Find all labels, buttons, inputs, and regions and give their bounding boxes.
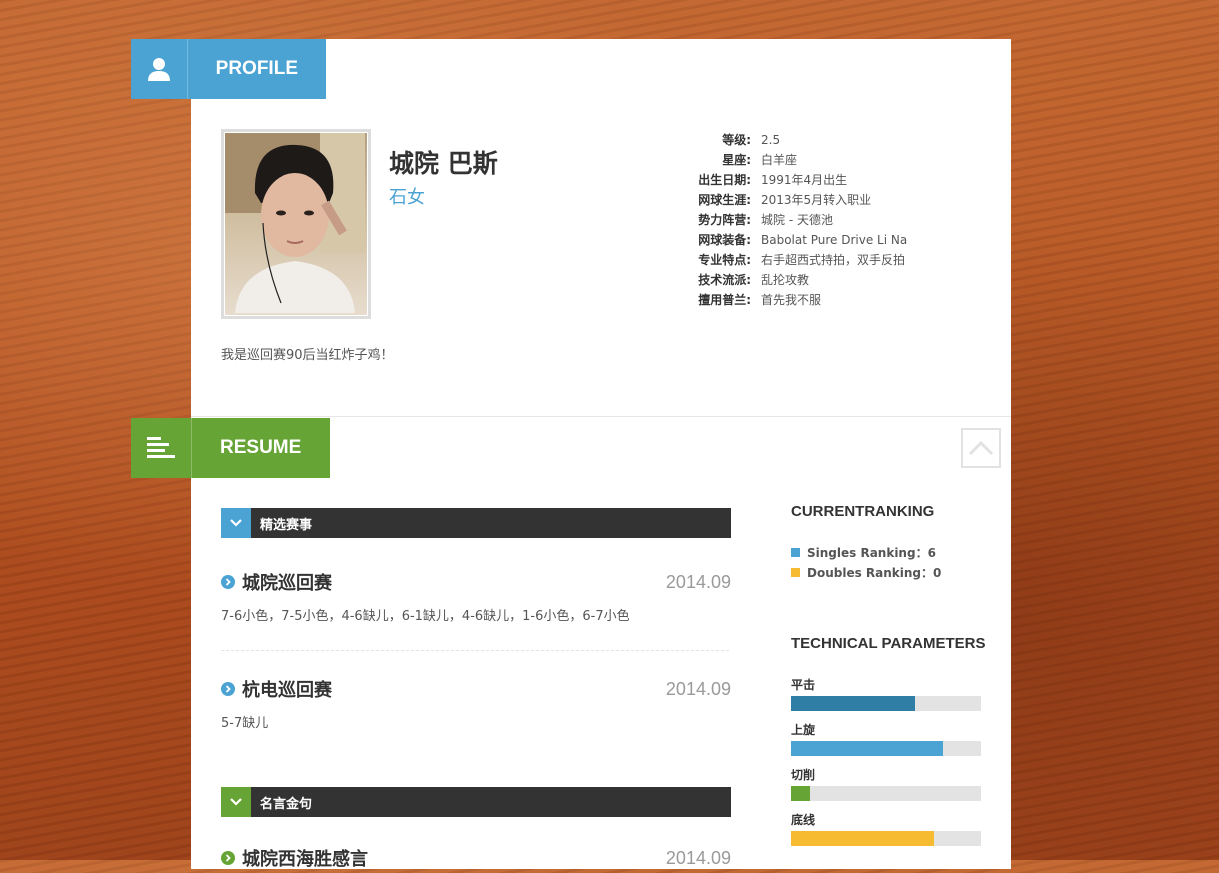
ranking-heading: CURRENTRANKING <box>791 503 935 520</box>
info-key: 技术流派: <box>698 273 751 287</box>
category-label: 精选赛事 <box>260 517 313 533</box>
player-subtitle: 石女 <box>389 187 425 208</box>
tech-param-label: 底线 <box>791 813 816 827</box>
chevron-down-icon <box>221 508 251 538</box>
info-row: 擅用普兰: 首先我不服 <box>671 290 907 310</box>
chevron-right-icon <box>221 682 235 696</box>
chevron-right-icon <box>221 851 235 865</box>
chevron-down-icon <box>221 787 251 817</box>
info-row: 星座: 白羊座 <box>671 150 907 170</box>
tech-param-track <box>791 696 981 711</box>
tech-param-label: 切削 <box>791 768 816 782</box>
info-key: 星座: <box>722 153 751 167</box>
info-value: 1991年4月出生 <box>761 173 848 187</box>
singles-legend-swatch <box>791 548 800 557</box>
player-bio: 我是巡回赛90后当红炸子鸡！ <box>221 348 394 363</box>
event-date: 2014.09 <box>665 571 731 592</box>
event-item: 城院西海胜感言 2014.09 <box>221 843 731 873</box>
info-row: 等级: 2.5 <box>671 130 907 150</box>
info-value: 白羊座 <box>761 153 798 167</box>
info-value: 乱抡攻教 <box>761 273 810 287</box>
info-row: 出生日期: 1991年4月出生 <box>671 170 907 190</box>
event-item: 城院巡回赛 2014.09 7-6小色，7-5小色，4-6缺儿，6-1缺儿，4-… <box>221 567 731 624</box>
event-score: 7-6小色，7-5小色，4-6缺儿，6-1缺儿，4-6缺儿，1-6小色，6-7小… <box>221 609 630 624</box>
tech-param-fill <box>791 831 934 846</box>
info-value: 2013年5月转入职业 <box>761 193 872 207</box>
tech-param-label: 平击 <box>791 678 816 692</box>
info-value: 2.5 <box>761 133 781 147</box>
user-icon <box>131 39 188 99</box>
tech-param: 切削 <box>791 766 981 801</box>
tech-param: 上旋 <box>791 721 981 756</box>
tech-param: 底线 <box>791 811 981 846</box>
profile-tab-label: PROFILE <box>215 58 298 79</box>
info-key: 等级: <box>722 133 751 147</box>
avatar <box>221 129 371 319</box>
tech-param-track <box>791 741 981 756</box>
info-value: 右手超西式持拍，双手反拍 <box>761 253 906 267</box>
tech-param-track <box>791 786 981 801</box>
list-icon <box>131 418 192 478</box>
info-row: 专业特点: 右手超西式持拍，双手反拍 <box>671 250 907 270</box>
tech-param-fill <box>791 786 810 801</box>
info-row: 网球生涯: 2013年5月转入职业 <box>671 190 907 210</box>
info-key: 擅用普兰: <box>698 293 751 307</box>
doubles-legend-swatch <box>791 568 800 577</box>
event-date: 2014.09 <box>665 847 731 868</box>
category-label: 名言金句 <box>260 796 313 812</box>
info-value: Babolat Pure Drive Li Na <box>761 233 908 247</box>
singles-ranking: Singles Ranking：6 <box>791 544 936 561</box>
resume-section-tab: RESUME <box>131 418 330 478</box>
tech-param-fill <box>791 696 915 711</box>
event-item: 杭电巡回赛 2014.09 5-7缺儿 <box>221 674 731 731</box>
tech-param: 平击 <box>791 676 981 711</box>
event-score: 5-7缺儿 <box>221 716 269 731</box>
info-row: 势力阵营: 城院 - 天德池 <box>671 210 907 230</box>
info-key: 网球生涯: <box>698 193 751 207</box>
event-title[interactable]: 杭电巡回赛 <box>242 676 332 702</box>
event-divider <box>221 650 729 651</box>
event-title[interactable]: 城院西海胜感言 <box>242 845 368 871</box>
profile-section-tab: PROFILE <box>131 39 326 99</box>
info-key: 势力阵营: <box>698 213 751 227</box>
resume-tab-label: RESUME <box>220 437 302 458</box>
player-info-list: 等级: 2.5 星座: 白羊座 出生日期: 1991年4月出生 网球生涯: 2013年5月转入… <box>671 130 907 310</box>
doubles-ranking: Doubles Ranking：0 <box>791 564 941 581</box>
tech-param-fill <box>791 741 943 756</box>
info-key: 专业特点: <box>698 253 751 267</box>
chevron-up-icon <box>968 440 994 456</box>
event-date: 2014.09 <box>665 678 731 699</box>
info-value: 城院 - 天德池 <box>761 213 833 227</box>
chevron-right-icon <box>221 575 235 589</box>
category-header-quotes[interactable]: 名言金句 <box>221 787 731 817</box>
info-key: 网球装备: <box>698 233 751 247</box>
singles-ranking-text: Singles Ranking：6 <box>807 546 936 560</box>
event-title[interactable]: 城院巡回赛 <box>242 569 332 595</box>
tech-param-track <box>791 831 981 846</box>
info-row: 网球装备: Babolat Pure Drive Li Na <box>671 230 907 250</box>
info-row: 技术流派: 乱抡攻教 <box>671 270 907 290</box>
tech-param-label: 上旋 <box>791 723 816 737</box>
category-header-featured[interactable]: 精选赛事 <box>221 508 731 538</box>
info-value: 首先我不服 <box>761 293 822 307</box>
player-name: 城院 巴斯 <box>389 149 498 178</box>
section-divider <box>191 416 1011 417</box>
doubles-ranking-text: Doubles Ranking：0 <box>807 566 942 580</box>
params-heading: TECHNICAL PARAMETERS <box>791 635 986 652</box>
info-key: 出生日期: <box>698 173 751 187</box>
back-to-top-button[interactable] <box>961 428 1001 468</box>
